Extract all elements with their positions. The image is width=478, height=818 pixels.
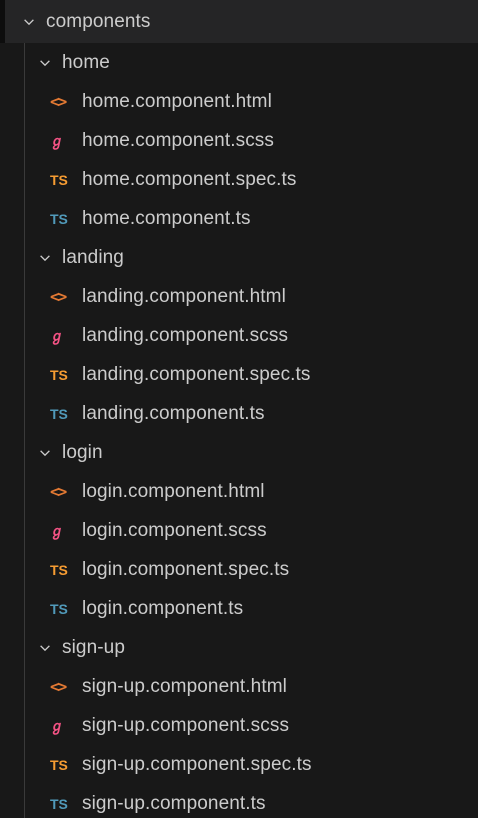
file-item[interactable]: TS sign-up.component.spec.ts [0, 745, 478, 784]
file-label: home.component.spec.ts [82, 168, 297, 190]
file-item[interactable]: TS login.component.spec.ts [0, 550, 478, 589]
scss-icon: ℊ [50, 522, 64, 539]
file-item[interactable]: ℊ landing.component.scss [0, 316, 478, 355]
file-label: sign-up.component.scss [82, 714, 290, 736]
html-icon: <> [50, 287, 67, 306]
chevron-down-icon [36, 639, 54, 657]
file-label: home.component.scss [82, 129, 274, 151]
chevron-down-icon [36, 249, 54, 267]
file-item[interactable]: ℊ sign-up.component.scss [0, 706, 478, 745]
file-item[interactable]: TS home.component.ts [0, 199, 478, 238]
file-label: landing.component.html [82, 285, 286, 307]
scss-icon: ℊ [50, 132, 64, 149]
file-label: landing.component.spec.ts [82, 363, 311, 385]
folder-label: login [62, 441, 103, 463]
folder-label: home [62, 51, 110, 73]
file-label: login.component.spec.ts [82, 558, 290, 580]
ts-spec-icon: TS [50, 171, 68, 188]
folder-landing[interactable]: landing [0, 238, 478, 277]
chevron-down-icon [36, 54, 54, 72]
file-item[interactable]: <> home.component.html [0, 82, 478, 121]
file-item[interactable]: TS landing.component.spec.ts [0, 355, 478, 394]
file-item[interactable]: TS home.component.spec.ts [0, 160, 478, 199]
html-icon: <> [50, 482, 67, 501]
ts-icon: TS [50, 210, 68, 227]
folder-home[interactable]: home [0, 43, 478, 82]
file-label: home.component.ts [82, 207, 251, 229]
file-label: sign-up.component.spec.ts [82, 753, 312, 775]
tree-body: home <> home.component.html ℊ home.component… [0, 43, 478, 818]
ts-spec-icon: TS [50, 561, 68, 578]
folder-label: landing [62, 246, 124, 268]
html-icon: <> [50, 677, 67, 696]
file-item[interactable]: <> landing.component.html [0, 277, 478, 316]
file-label: home.component.html [82, 90, 272, 112]
scss-icon: ℊ [50, 327, 64, 344]
folder-sign-up[interactable]: sign-up [0, 628, 478, 667]
file-item[interactable]: ℊ login.component.scss [0, 511, 478, 550]
ts-icon: TS [50, 405, 68, 422]
file-label: sign-up.component.ts [82, 792, 266, 814]
file-explorer: components home <> home.component.html ℊ hom… [0, 0, 478, 818]
file-label: landing.component.scss [82, 324, 289, 346]
folder-label: components [46, 10, 151, 32]
folder-login[interactable]: login [0, 433, 478, 472]
file-item[interactable]: ℊ home.component.scss [0, 121, 478, 160]
scss-icon: ℊ [50, 717, 64, 734]
file-item[interactable]: <> login.component.html [0, 472, 478, 511]
chevron-down-icon [20, 13, 38, 31]
folder-components[interactable]: components [0, 0, 478, 43]
file-label: sign-up.component.html [82, 675, 287, 697]
file-label: login.component.ts [82, 597, 244, 619]
file-item[interactable]: TS sign-up.component.ts [0, 784, 478, 818]
ts-spec-icon: TS [50, 756, 68, 773]
folder-label: sign-up [62, 636, 126, 658]
ts-spec-icon: TS [50, 366, 68, 383]
file-label: login.component.scss [82, 519, 267, 541]
ts-icon: TS [50, 600, 68, 617]
ts-icon: TS [50, 795, 68, 812]
file-item[interactable]: TS landing.component.ts [0, 394, 478, 433]
file-label: login.component.html [82, 480, 265, 502]
chevron-down-icon [36, 444, 54, 462]
html-icon: <> [50, 92, 67, 111]
file-item[interactable]: <> sign-up.component.html [0, 667, 478, 706]
file-item[interactable]: TS login.component.ts [0, 589, 478, 628]
file-label: landing.component.ts [82, 402, 265, 424]
